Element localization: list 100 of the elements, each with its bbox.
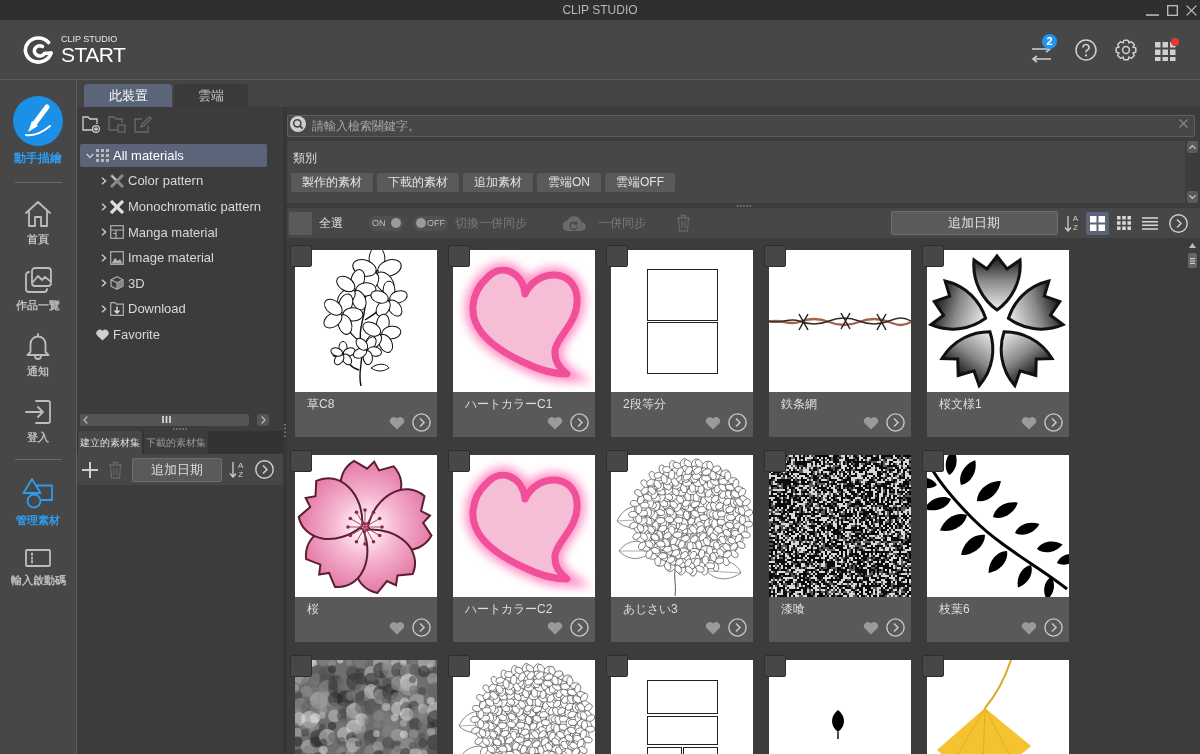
new-folder-icon[interactable] — [82, 115, 100, 133]
checkbox[interactable] — [922, 450, 944, 472]
tree-item[interactable]: Color pattern — [80, 169, 267, 193]
nav-item[interactable]: 作品一覽 — [2, 266, 74, 312]
tab[interactable]: 此裝置 — [84, 84, 172, 107]
checkbox[interactable] — [448, 450, 470, 472]
material-card[interactable]: あじさい3 — [611, 455, 753, 642]
scroll-right-button[interactable] — [257, 413, 269, 426]
heart-icon[interactable] — [547, 620, 563, 635]
tree-item[interactable]: Favorite — [80, 323, 267, 347]
sort-dropdown[interactable]: 追加日期 — [890, 211, 1058, 235]
checkbox[interactable] — [764, 245, 786, 267]
draw-button[interactable]: 動手描繪 — [2, 96, 74, 166]
heart-icon[interactable] — [389, 415, 405, 430]
scrollbar-thumb[interactable] — [80, 413, 249, 426]
tab[interactable]: 雲端 — [174, 84, 248, 107]
heart-icon[interactable] — [863, 415, 879, 430]
toggle-switch[interactable]: OFF — [413, 215, 448, 231]
material-card[interactable]: 鉄条網 — [769, 250, 911, 437]
checkbox[interactable] — [606, 450, 628, 472]
tree-item[interactable]: Image material — [80, 246, 267, 270]
settings-icon[interactable] — [1115, 38, 1137, 61]
flower-drawing[interactable] — [295, 250, 437, 392]
heart-icon[interactable] — [863, 620, 879, 635]
barbed-wire-drawing[interactable] — [769, 250, 911, 392]
sort-button[interactable]: A Z — [1063, 212, 1078, 234]
material-card[interactable]: 桜文様1 — [927, 250, 1069, 437]
material-card[interactable]: 漆喰 — [769, 455, 911, 642]
nav-item[interactable]: 輸入啟動碼 — [2, 547, 74, 587]
checkbox[interactable] — [764, 655, 786, 677]
hydrangea-drawing[interactable] — [611, 455, 753, 597]
panel-layout-drawing[interactable] — [611, 660, 753, 754]
category-chip[interactable]: 雲端OFF — [605, 173, 675, 192]
leaves-drawing[interactable] — [927, 455, 1069, 597]
tab[interactable]: 下載的素材集 — [144, 431, 208, 454]
stone-texture-drawing[interactable] — [295, 660, 437, 754]
heart-drawing[interactable] — [453, 455, 595, 597]
plus-icon[interactable] — [81, 460, 99, 479]
tree-item[interactable]: Manga material — [80, 220, 267, 244]
material-card[interactable]: 枝葉6 — [927, 455, 1069, 642]
chevron-right-icon[interactable] — [100, 305, 108, 314]
noise-texture-drawing[interactable] — [769, 455, 911, 597]
heart-icon[interactable] — [705, 415, 721, 430]
close-icon[interactable] — [1186, 5, 1197, 16]
chevron-right-icon[interactable] — [100, 279, 108, 288]
leaf-drawing[interactable] — [769, 660, 911, 754]
scroll-up-button[interactable] — [1187, 141, 1198, 153]
maximize-icon[interactable] — [1167, 5, 1178, 16]
chevron-down-icon[interactable] — [86, 151, 94, 160]
material-card[interactable]: 草C8 — [295, 250, 437, 437]
panel-layout-drawing[interactable] — [611, 250, 753, 392]
material-card[interactable]: ハートカラーC2 — [453, 455, 595, 642]
checkbox[interactable] — [606, 655, 628, 677]
clear-icon[interactable] — [1179, 119, 1188, 128]
scrollbar-thumb[interactable] — [1188, 253, 1197, 268]
heart-icon[interactable] — [547, 415, 563, 430]
sort-button[interactable]: A Z — [229, 458, 244, 481]
help-icon[interactable] — [1075, 38, 1097, 61]
nav-item[interactable]: 通知 — [2, 332, 74, 378]
splitter-handle[interactable] — [736, 204, 751, 207]
checkbox[interactable] — [922, 655, 944, 677]
material-card[interactable]: ハートカラーC1 — [453, 250, 595, 437]
chevron-right-icon[interactable] — [100, 228, 108, 237]
tab[interactable]: 建立的素材集 — [78, 431, 142, 454]
checkbox[interactable] — [448, 245, 470, 267]
checkbox[interactable] — [606, 245, 628, 267]
checkbox[interactable] — [922, 245, 944, 267]
heart-icon[interactable] — [1021, 415, 1037, 430]
view-button[interactable] — [1086, 211, 1109, 235]
tree-item[interactable]: Monochromatic pattern — [80, 195, 267, 219]
material-card[interactable]: 2段等分 — [611, 250, 753, 437]
checkbox[interactable] — [290, 450, 312, 472]
category-chip[interactable]: 雲端ON — [537, 173, 601, 192]
category-chip[interactable]: 追加素材 — [463, 173, 533, 192]
heart-icon[interactable] — [389, 620, 405, 635]
tree-item[interactable]: Download — [80, 297, 267, 321]
category-chip[interactable]: 下載的素材 — [377, 173, 459, 192]
toggle-switch[interactable]: ON — [369, 215, 404, 231]
checkbox[interactable] — [290, 245, 312, 267]
hydrangea-drawing[interactable] — [453, 660, 595, 754]
tree-item[interactable]: All materials — [80, 144, 267, 167]
nav-item[interactable]: 首頁 — [2, 200, 74, 246]
sort-dropdown[interactable]: 追加日期 — [132, 457, 222, 482]
nav-item[interactable]: 登入 — [2, 398, 74, 444]
heart-drawing[interactable] — [453, 250, 595, 392]
search-field[interactable]: 請輸入檢索關鍵字。 — [287, 115, 1195, 137]
checkbox[interactable] — [290, 655, 312, 677]
blossom-drawing[interactable] — [295, 455, 437, 597]
arrow-left-icon[interactable] — [83, 415, 88, 424]
chevron-right-icon[interactable] — [100, 253, 108, 262]
heart-icon[interactable] — [1021, 620, 1037, 635]
category-chip[interactable]: 製作的素材 — [291, 173, 373, 192]
heart-icon[interactable] — [705, 620, 721, 635]
flower-pattern-drawing[interactable] — [927, 250, 1069, 392]
chevron-right-icon[interactable] — [100, 202, 108, 211]
checkbox[interactable] — [448, 655, 470, 677]
tree-item[interactable]: 3D — [80, 271, 267, 295]
checkbox[interactable] — [764, 450, 786, 472]
ginkgo-drawing[interactable] — [927, 660, 1069, 754]
scroll-up-icon[interactable] — [1189, 243, 1196, 248]
